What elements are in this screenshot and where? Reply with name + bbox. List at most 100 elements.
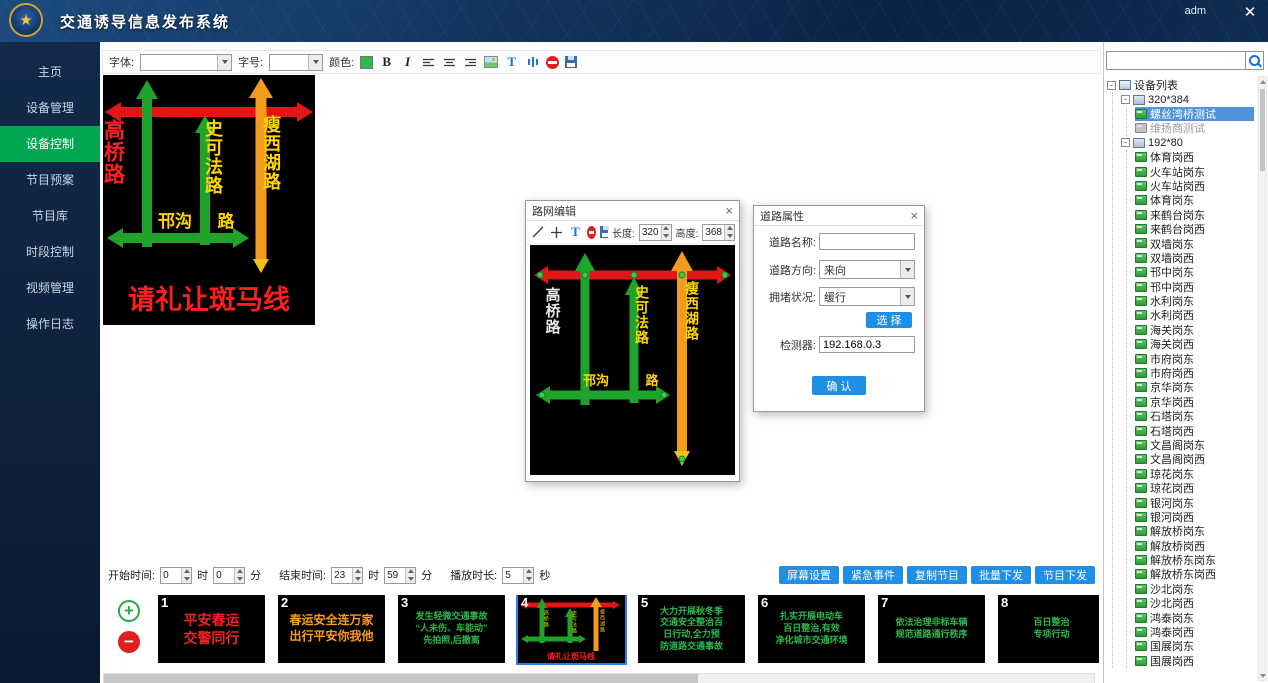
- tree-device-item[interactable]: 国展岗东: [1135, 639, 1254, 653]
- tree-device-item[interactable]: 京华岗西: [1135, 395, 1254, 409]
- scrollbar-thumb[interactable]: [1260, 89, 1265, 171]
- stepper-arrows[interactable]: [181, 568, 191, 583]
- program-thumbnail[interactable]: 6 扎实开展电动车 百日整治,有效 净化城市交通环境: [758, 595, 865, 663]
- remove-program-button[interactable]: −: [118, 631, 140, 653]
- draw-line-icon[interactable]: [530, 224, 545, 240]
- height-stepper[interactable]: 368: [702, 224, 735, 241]
- vertical-scrollbar[interactable]: [1258, 76, 1267, 681]
- align-left-icon[interactable]: [421, 54, 436, 70]
- tree-group-320x384[interactable]: 320*384: [1121, 92, 1254, 106]
- tree-group-192x80[interactable]: 192*80: [1121, 136, 1254, 150]
- search-button[interactable]: [1246, 51, 1264, 70]
- congestion-select[interactable]: 缓行: [819, 287, 915, 306]
- tree-root[interactable]: 设备列表: [1107, 78, 1254, 92]
- action-button[interactable]: 批量下发: [971, 566, 1031, 584]
- tree-device-item[interactable]: 琼花岗东: [1135, 467, 1254, 481]
- tree-device-item[interactable]: 京华岗东: [1135, 380, 1254, 394]
- sidebar-item[interactable]: 设备控制: [0, 126, 100, 162]
- tree-device-item[interactable]: 石塔岗东: [1135, 409, 1254, 423]
- text-tool-icon[interactable]: T: [568, 224, 583, 240]
- tree-device-item[interactable]: 解放桥岗西: [1135, 539, 1254, 553]
- dialog-titlebar[interactable]: 路网编辑 ×: [526, 201, 739, 221]
- tree-device-item[interactable]: 沙北岗西: [1135, 596, 1254, 610]
- search-input[interactable]: [1106, 51, 1246, 70]
- stepper-arrows[interactable]: [352, 568, 362, 583]
- end-hour-stepper[interactable]: 23: [331, 567, 363, 584]
- tree-device-item[interactable]: 火车站岗东: [1135, 164, 1254, 178]
- stepper-arrows[interactable]: [724, 225, 734, 240]
- tree-device-item[interactable]: 火车站岗西: [1135, 179, 1254, 193]
- sidebar-item[interactable]: 设备管理: [0, 90, 100, 126]
- scroll-down-icon[interactable]: [1259, 671, 1266, 680]
- sidebar-item[interactable]: 节目预案: [0, 162, 100, 198]
- save-icon[interactable]: [600, 226, 608, 238]
- tree-device-item[interactable]: 螺丝湾桥测试: [1135, 107, 1254, 121]
- tree-device-item[interactable]: 石塔岗西: [1135, 423, 1254, 437]
- collapse-icon[interactable]: [1121, 138, 1130, 147]
- stepper-arrows[interactable]: [405, 568, 415, 583]
- tree-device-item[interactable]: 来鹤台岗西: [1135, 222, 1254, 236]
- tree-device-item[interactable]: 鸿泰岗东: [1135, 610, 1254, 624]
- scrollbar-thumb[interactable]: [104, 674, 698, 683]
- start-hour-stepper[interactable]: 0: [160, 567, 192, 584]
- insert-image-icon[interactable]: [484, 56, 498, 68]
- bold-button[interactable]: B: [379, 54, 394, 70]
- action-button[interactable]: 节目下发: [1035, 566, 1095, 584]
- action-button[interactable]: 紧急事件: [843, 566, 903, 584]
- detector-input[interactable]: [819, 336, 915, 353]
- save-icon[interactable]: [565, 56, 577, 68]
- road-name-input[interactable]: [819, 233, 915, 250]
- font-size-select[interactable]: [269, 54, 323, 71]
- tree-device-item[interactable]: 文昌阁岗东: [1135, 438, 1254, 452]
- chevron-down-icon[interactable]: [900, 261, 914, 278]
- duration-stepper[interactable]: 5: [502, 567, 534, 584]
- sidebar-item[interactable]: 节目库: [0, 198, 100, 234]
- tree-device-item[interactable]: 银河岗西: [1135, 510, 1254, 524]
- sidebar-item[interactable]: 视频管理: [0, 270, 100, 306]
- tree-device-item[interactable]: 海关岗西: [1135, 337, 1254, 351]
- road-direction-select[interactable]: 来向: [819, 260, 915, 279]
- insert-text-icon[interactable]: T: [504, 54, 519, 70]
- action-button[interactable]: 复制节目: [907, 566, 967, 584]
- program-preview-canvas[interactable]: 高桥路 史可法路 瘦西湖路 邗沟 路 请礼让斑马线: [103, 75, 315, 325]
- tree-device-item[interactable]: 解放桥东岗西: [1135, 567, 1254, 581]
- close-icon[interactable]: ×: [725, 203, 733, 218]
- tree-device-item[interactable]: 体育岗东: [1135, 193, 1254, 207]
- end-minute-stepper[interactable]: 59: [384, 567, 416, 584]
- close-icon[interactable]: ×: [910, 208, 918, 223]
- tree-device-item[interactable]: 邗中岗东: [1135, 265, 1254, 279]
- confirm-button[interactable]: 确 认: [812, 376, 866, 395]
- chevron-down-icon[interactable]: [217, 55, 231, 70]
- align-center-icon[interactable]: [442, 54, 457, 70]
- collapse-icon[interactable]: [1121, 95, 1130, 104]
- road-editor-canvas[interactable]: 高桥路 史可法路 瘦西湖路 邗沟 路: [530, 245, 735, 475]
- program-thumbnail[interactable]: 7 依法治理非标车辆 规范道路通行秩序: [878, 595, 985, 663]
- window-close-icon[interactable]: ✕: [1241, 3, 1259, 21]
- color-swatch[interactable]: [360, 56, 373, 69]
- font-select[interactable]: [140, 54, 232, 71]
- tree-device-item[interactable]: 鸿泰岗西: [1135, 625, 1254, 639]
- stepper-arrows[interactable]: [523, 568, 533, 583]
- tree-device-item[interactable]: 来鹤台岗东: [1135, 208, 1254, 222]
- tree-device-item[interactable]: 水利岗东: [1135, 294, 1254, 308]
- sidebar-item[interactable]: 主页: [0, 54, 100, 90]
- add-node-icon[interactable]: [549, 224, 564, 240]
- program-thumbnail[interactable]: 3 发生轻微交通事故 “人未伤、车能动” 先拍照,后撤离: [398, 595, 505, 663]
- tree-device-item[interactable]: 体育岗西: [1135, 150, 1254, 164]
- tree-device-item[interactable]: 银河岗东: [1135, 495, 1254, 509]
- select-detector-button[interactable]: 选 择: [866, 312, 912, 328]
- action-button[interactable]: 屏幕设置: [779, 566, 839, 584]
- chevron-down-icon[interactable]: [308, 55, 322, 70]
- italic-button[interactable]: I: [400, 54, 415, 70]
- tree-device-item[interactable]: 琼花岗西: [1135, 481, 1254, 495]
- tree-device-item[interactable]: 维扬商测试: [1135, 121, 1254, 135]
- program-thumbnail[interactable]: 1 平安春运 交警同行: [158, 595, 265, 663]
- align-right-icon[interactable]: [463, 54, 478, 70]
- tree-device-item[interactable]: 市府岗东: [1135, 351, 1254, 365]
- collapse-icon[interactable]: [1107, 81, 1116, 90]
- tree-device-item[interactable]: 市府岗西: [1135, 366, 1254, 380]
- delete-icon[interactable]: [587, 226, 596, 239]
- scroll-effect-icon[interactable]: [525, 54, 540, 70]
- stepper-arrows[interactable]: [234, 568, 244, 583]
- add-program-button[interactable]: +: [118, 600, 140, 622]
